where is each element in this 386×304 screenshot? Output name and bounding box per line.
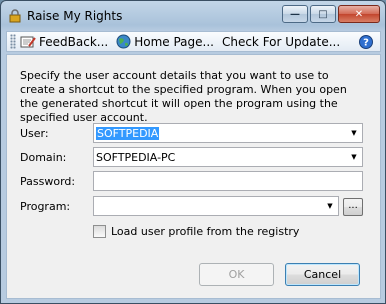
globe-icon <box>116 34 131 49</box>
password-field[interactable] <box>93 171 363 191</box>
feedback-label: FeedBack... <box>39 34 109 49</box>
chevron-down-icon[interactable]: ▼ <box>322 197 338 215</box>
homepage-button[interactable]: Home Page... <box>116 34 214 49</box>
user-value: SOFTPEDIA <box>96 126 160 140</box>
help-button[interactable]: ? <box>359 34 376 49</box>
browse-button[interactable]: ... <box>343 198 363 216</box>
domain-combobox[interactable]: SOFTPEDIA-PC ▼ <box>93 147 363 167</box>
lock-icon <box>9 9 21 23</box>
svg-text:?: ? <box>363 37 369 48</box>
domain-value: SOFTPEDIA-PC <box>96 150 176 164</box>
maximize-button[interactable]: □ <box>310 5 336 23</box>
load-profile-option[interactable]: Load user profile from the registry <box>93 225 299 238</box>
chevron-down-icon[interactable]: ▼ <box>346 124 362 142</box>
feedback-button[interactable]: FeedBack... <box>20 35 108 49</box>
instructions-text: Specify the user account details that yo… <box>20 69 347 124</box>
program-label: Program: <box>20 200 71 213</box>
toolbar: FeedBack... Home Page... Check For Updat… <box>6 31 381 52</box>
help-icon: ? <box>359 34 373 49</box>
raise-my-rights-window: Raise My Rights — □ ✕ FeedBack... Home P… <box>0 0 386 304</box>
domain-label: Domain: <box>20 151 67 164</box>
dialog-body: Specify the user account details that yo… <box>6 54 381 299</box>
window-title: Raise My Rights <box>27 9 123 23</box>
user-label: User: <box>20 127 49 140</box>
check-update-label: Check For Update... <box>221 34 341 49</box>
homepage-label: Home Page... <box>134 34 214 49</box>
password-label: Password: <box>20 175 76 188</box>
load-profile-checkbox[interactable] <box>93 225 106 238</box>
close-button[interactable]: ✕ <box>338 5 380 23</box>
window-controls: — □ ✕ <box>282 5 380 23</box>
check-update-button[interactable]: Check For Update... <box>222 35 340 49</box>
feedback-icon <box>20 36 36 47</box>
minimize-button[interactable]: — <box>282 5 308 23</box>
title-bar[interactable]: Raise My Rights — □ ✕ <box>1 1 385 31</box>
toolbar-grip[interactable] <box>10 34 16 49</box>
user-combobox[interactable]: SOFTPEDIA ▼ <box>93 123 363 143</box>
chevron-down-icon[interactable]: ▼ <box>346 148 362 166</box>
program-combobox[interactable]: ▼ <box>93 196 339 216</box>
load-profile-label[interactable]: Load user profile from the registry <box>111 225 299 238</box>
ok-button[interactable]: OK <box>199 263 274 286</box>
cancel-button[interactable]: Cancel <box>285 263 360 286</box>
